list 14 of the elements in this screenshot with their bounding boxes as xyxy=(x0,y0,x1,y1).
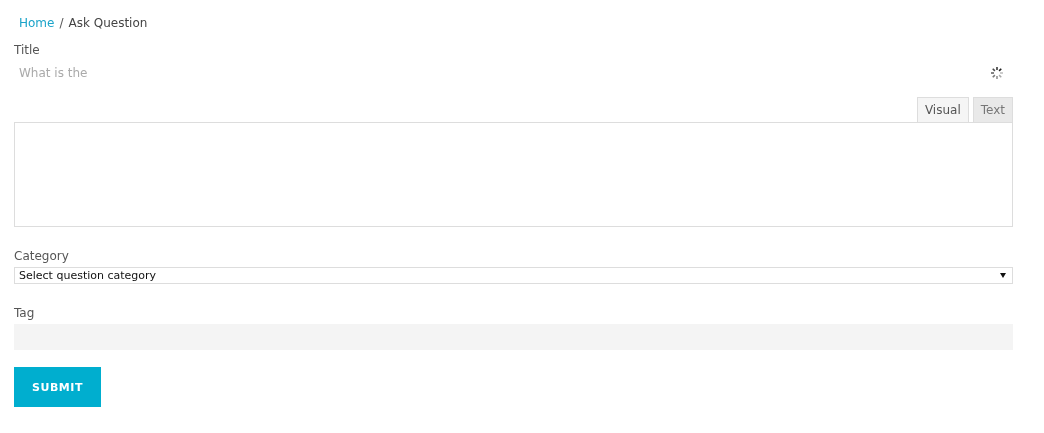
title-field[interactable]: What is the xyxy=(14,66,314,80)
loading-spinner-icon xyxy=(990,66,1004,80)
breadcrumb-current: Ask Question xyxy=(68,16,148,30)
field-label: Category xyxy=(14,249,70,263)
field-label: Title xyxy=(14,43,41,57)
field-label: Tag xyxy=(14,306,36,320)
editor-tab[interactable]: Visual xyxy=(916,97,969,122)
breadcrumb-separator: / xyxy=(59,16,64,30)
caret-icon xyxy=(1000,273,1006,278)
editor-area[interactable] xyxy=(14,122,1013,227)
editor-tab[interactable]: Text xyxy=(972,97,1013,122)
submit-button[interactable]: SUBMIT xyxy=(14,367,101,407)
category-select[interactable]: Select question category xyxy=(14,267,1013,284)
breadcrumb-link[interactable]: Home xyxy=(19,16,55,30)
